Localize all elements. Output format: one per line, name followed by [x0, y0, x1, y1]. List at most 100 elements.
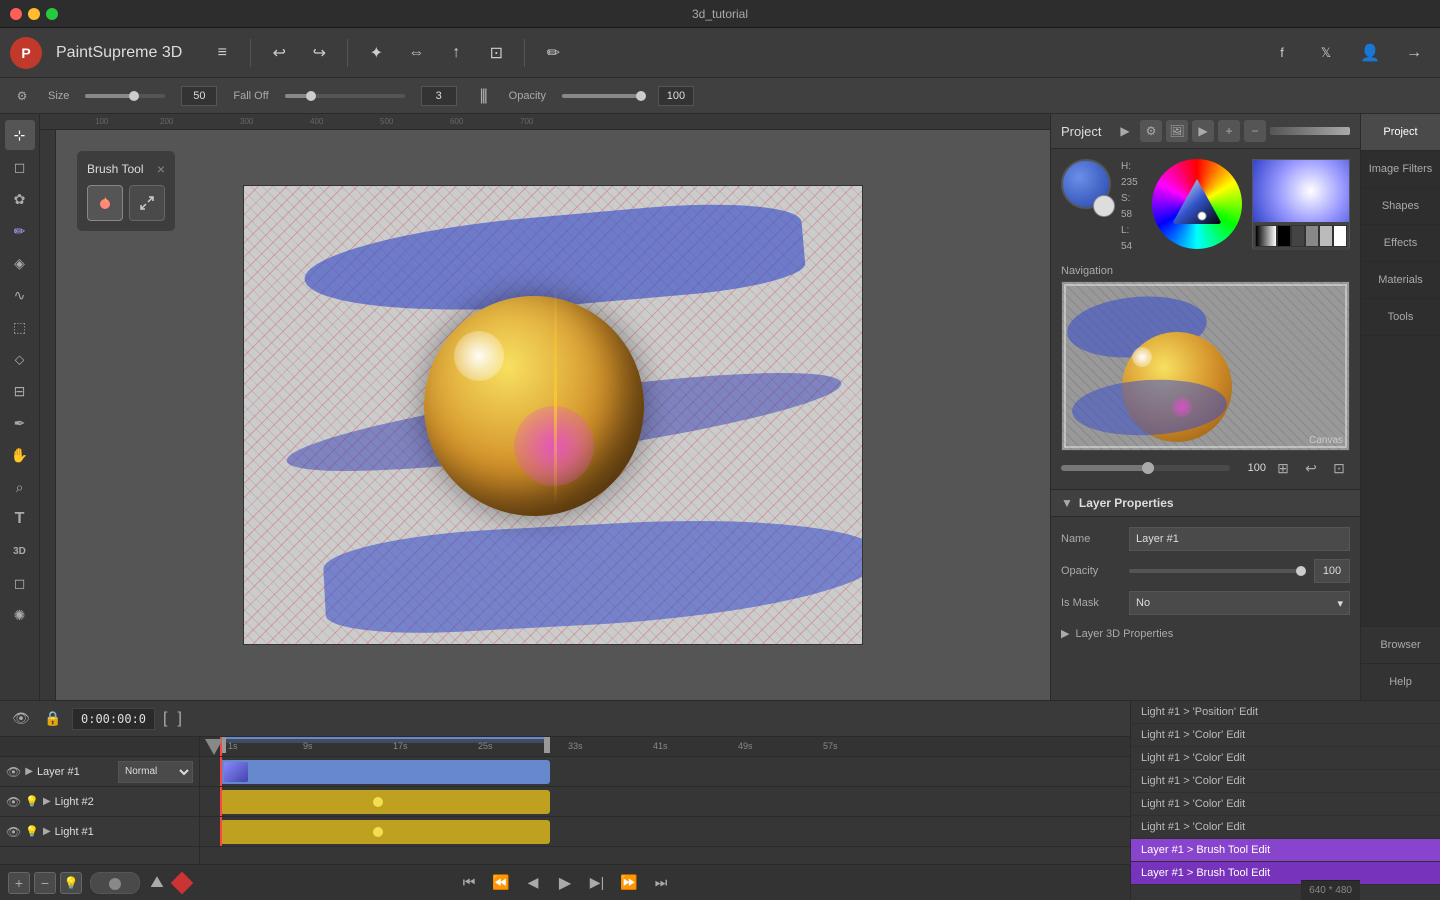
tl-keyframe-3a[interactable]	[373, 827, 383, 837]
tab-effects[interactable]: Effects	[1361, 225, 1440, 262]
panel-expand-icon[interactable]: ▶	[1114, 120, 1136, 142]
tl-bar-layer3[interactable]	[220, 820, 550, 844]
tool-effect[interactable]: ✺	[5, 600, 35, 630]
bw-gradient-swatch[interactable]	[1255, 225, 1277, 247]
tool-picker[interactable]: ✒	[5, 408, 35, 438]
tl-bracket-in[interactable]: [	[161, 710, 169, 728]
history-item-6-active[interactable]: Layer #1 > Brush Tool Edit	[1131, 839, 1440, 862]
paint-mode-button[interactable]: ✏	[537, 37, 569, 69]
falloff-slider-track[interactable]	[285, 94, 405, 98]
maximize-button[interactable]	[46, 8, 58, 20]
popup-close-button[interactable]: ×	[157, 161, 165, 177]
color-preview-large[interactable]	[1252, 159, 1350, 249]
opacity-slider-track[interactable]	[562, 94, 642, 98]
size-value[interactable]: 50	[181, 86, 217, 106]
tl-add-light-button[interactable]: 💡	[60, 872, 82, 894]
history-item-1[interactable]: Light #1 > 'Color' Edit	[1131, 724, 1440, 747]
mid-swatch[interactable]	[1305, 225, 1319, 247]
mask-select[interactable]: No ▾	[1129, 591, 1350, 615]
black-swatch[interactable]	[1277, 225, 1291, 247]
tool-text[interactable]: T	[5, 504, 35, 534]
tl-eye-2[interactable]: 👁	[6, 795, 21, 809]
history-item-5[interactable]: Light #1 > 'Color' Edit	[1131, 816, 1440, 839]
tl-lock-button[interactable]: 🔒	[40, 706, 66, 732]
close-button[interactable]	[10, 8, 22, 20]
logout-icon[interactable]: →	[1398, 37, 1430, 69]
history-item-4[interactable]: Light #1 > 'Color' Edit	[1131, 793, 1440, 816]
flip-button[interactable]: ⇔	[400, 37, 432, 69]
name-input[interactable]	[1129, 527, 1350, 551]
tl-expand-2[interactable]: ▶	[43, 796, 51, 807]
facebook-icon[interactable]: f	[1266, 37, 1298, 69]
tl-add-layer-button[interactable]: +	[8, 872, 30, 894]
opacity-value[interactable]: 100	[658, 86, 694, 106]
project-tools-icon[interactable]: ⚙	[1140, 120, 1162, 142]
nav-undo-icon[interactable]: ↩	[1300, 457, 1322, 479]
layer-props-collapse[interactable]: ▼	[1061, 496, 1073, 510]
tool-eraser[interactable]: ◈	[5, 248, 35, 278]
secondary-color-swatch[interactable]	[1093, 195, 1115, 217]
tl-eye-button[interactable]: 👁	[8, 706, 34, 732]
tl-bracket-out[interactable]: ]	[175, 710, 183, 728]
nav-grid-icon[interactable]: ⊞	[1272, 457, 1294, 479]
twitter-icon[interactable]: 𝕏	[1310, 37, 1342, 69]
history-item-3[interactable]: Light #1 > 'Color' Edit	[1131, 770, 1440, 793]
tool-object[interactable]: ◻	[5, 568, 35, 598]
menu-button[interactable]: ≡	[206, 37, 238, 69]
export-button[interactable]: ↑	[440, 37, 472, 69]
tool-hand[interactable]: ✋	[5, 440, 35, 470]
white-swatch[interactable]	[1333, 225, 1347, 247]
tl-eye-3[interactable]: 👁	[6, 825, 21, 839]
tl-mode-select-1[interactable]: Normal	[118, 761, 193, 783]
light-swatch[interactable]	[1319, 225, 1333, 247]
tl-out-handle[interactable]	[544, 737, 550, 753]
tl-speed-thumb[interactable]	[109, 878, 121, 890]
tl-prev-frame-button[interactable]: ◀	[520, 870, 546, 896]
undo-button[interactable]: ↩	[263, 37, 295, 69]
project-slider[interactable]	[1270, 127, 1350, 135]
falloff-value[interactable]: 3	[421, 86, 457, 106]
snap-button[interactable]: ✦	[360, 37, 392, 69]
tl-mountain-icon[interactable]: ⛰	[144, 870, 170, 896]
tl-remove-layer-button[interactable]: −	[34, 872, 56, 894]
history-item-2[interactable]: Light #1 > 'Color' Edit	[1131, 747, 1440, 770]
navigation-preview[interactable]: Canvas	[1061, 281, 1350, 451]
tool-paint[interactable]: ✏	[5, 216, 35, 246]
tab-tools[interactable]: Tools	[1361, 299, 1440, 336]
tab-project[interactable]: Project	[1361, 114, 1440, 151]
tl-step-back-button[interactable]: ⏪	[488, 870, 514, 896]
tl-skip-start-button[interactable]: ⏮	[456, 870, 482, 896]
opacity-value-prop[interactable]: 100	[1314, 559, 1350, 583]
tool-lasso[interactable]: ✿	[5, 184, 35, 214]
brush-paint-button[interactable]	[87, 185, 123, 221]
project-image-icon[interactable]: 🖼	[1166, 120, 1188, 142]
tool-zoom[interactable]: ⌕	[5, 472, 35, 502]
tab-shapes[interactable]: Shapes	[1361, 188, 1440, 225]
tl-expand-1[interactable]: ▶	[25, 766, 33, 777]
tl-bar-layer1[interactable]	[220, 760, 550, 784]
tab-image-filters[interactable]: Image Filters	[1361, 151, 1440, 188]
nav-zoom-slider[interactable]	[1061, 465, 1230, 471]
account-icon[interactable]: 👤	[1354, 37, 1386, 69]
tool-settings-icon[interactable]: ⚙	[12, 86, 32, 106]
tl-eye-1[interactable]: 👁	[6, 765, 21, 779]
size-slider-thumb[interactable]	[129, 91, 139, 101]
tab-help[interactable]: Help	[1361, 663, 1440, 700]
tl-time-display[interactable]: 0:00:00:0	[72, 708, 155, 730]
crop-button[interactable]: ⊡	[480, 37, 512, 69]
tl-speed-slider[interactable]	[90, 872, 140, 894]
color-wheel-container[interactable]	[1152, 159, 1242, 249]
tl-expand-3[interactable]: ▶	[43, 826, 51, 837]
tool-fill[interactable]: ⬦	[5, 344, 35, 374]
tl-play-button[interactable]: ▶	[552, 870, 578, 896]
brush-expand-button[interactable]	[129, 185, 165, 221]
minimize-button[interactable]	[28, 8, 40, 20]
tool-clone[interactable]: ⬚	[5, 312, 35, 342]
opacity-slider-container[interactable]	[1129, 561, 1306, 581]
project-anim-icon[interactable]: ▶	[1192, 120, 1214, 142]
opacity-slider-thumb-prop[interactable]	[1296, 566, 1306, 576]
tab-browser[interactable]: Browser	[1361, 626, 1440, 663]
tool-move[interactable]: ⊹	[5, 120, 35, 150]
tab-materials[interactable]: Materials	[1361, 262, 1440, 299]
tl-step-forward-button[interactable]: ⏩	[616, 870, 642, 896]
